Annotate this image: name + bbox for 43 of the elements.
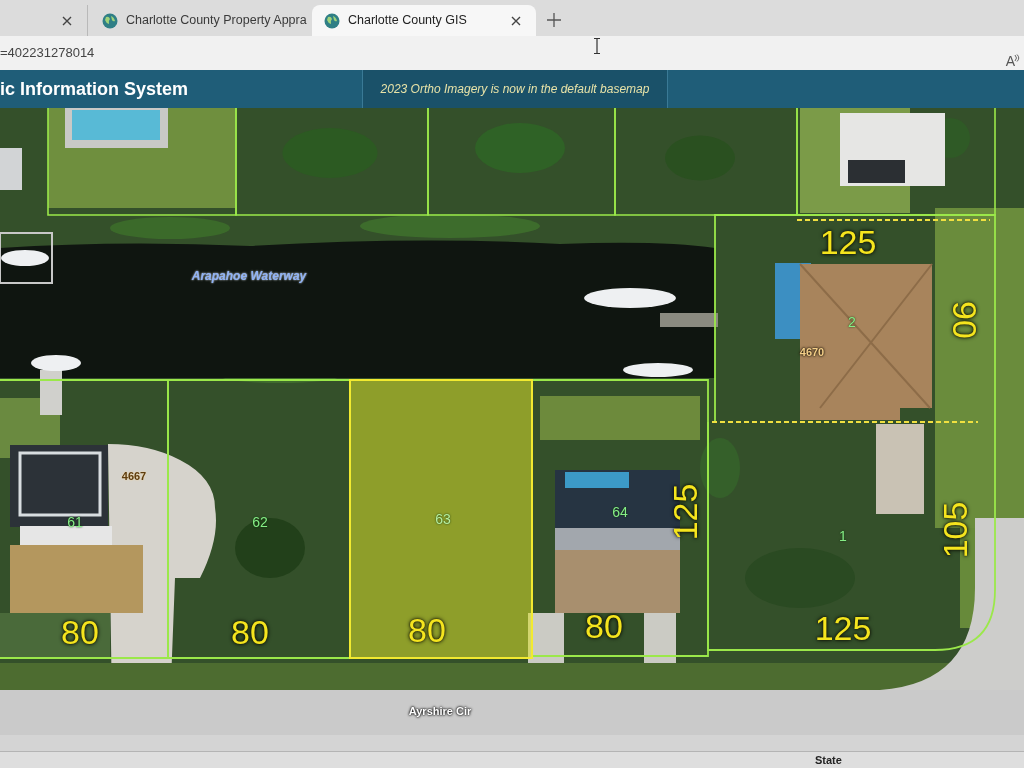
dimension-label: 80	[231, 615, 269, 649]
plus-icon	[547, 13, 561, 27]
lot-number-label: 61	[67, 515, 83, 529]
dock	[660, 313, 718, 327]
lot-number-label: 62	[252, 515, 268, 529]
lot-number-label: 63	[435, 512, 451, 526]
house-roof	[0, 148, 22, 190]
read-aloud-button[interactable]: A	[1005, 54, 1020, 68]
lot-number-label: 2	[848, 315, 856, 329]
dock	[40, 370, 62, 415]
dimension-label: 125	[668, 483, 702, 541]
house-number-label: 4670	[799, 346, 825, 358]
browser-tab[interactable]: Charlotte County GIS	[312, 5, 536, 36]
boat	[1, 250, 49, 266]
house-number-label: 4667	[121, 470, 147, 482]
lot-number-label: 1	[839, 529, 847, 543]
boat	[623, 363, 693, 377]
close-icon	[511, 15, 521, 26]
dimension-label: 80	[61, 615, 99, 649]
dimension-label: 80	[408, 613, 446, 647]
address-field[interactable]: =402231278014	[0, 43, 95, 63]
swimming-pool	[565, 472, 629, 488]
dimension-label: 90	[948, 301, 982, 339]
text-cursor-icon	[593, 38, 601, 54]
window	[848, 160, 905, 183]
dimension-label: 80	[585, 609, 623, 643]
new-tab-button[interactable]	[544, 10, 564, 30]
boat	[31, 355, 81, 371]
globe-icon	[324, 12, 340, 29]
dimension-label: 125	[819, 225, 877, 259]
app-title: ic Information System	[0, 77, 190, 101]
tree-canopy	[700, 438, 740, 498]
sound-waves-icon	[1014, 54, 1020, 62]
column-header: State	[815, 752, 842, 768]
close-icon	[62, 15, 72, 26]
dimension-label: 125	[814, 611, 872, 645]
waterway-label: Arapahoe Waterway	[191, 270, 307, 282]
lot-number-label: 64	[612, 505, 628, 519]
dimension-label: 105	[938, 501, 972, 559]
street-label: Ayrshire Cir	[408, 705, 472, 717]
dock	[0, 232, 53, 284]
notice-banner: 2023 Ortho Imagery is now in the default basemap	[362, 70, 668, 108]
globe-icon	[102, 12, 118, 29]
